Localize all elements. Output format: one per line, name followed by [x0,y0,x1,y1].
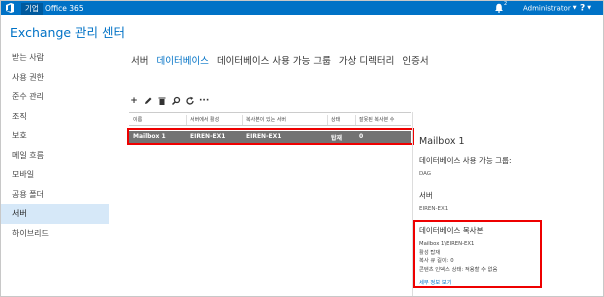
tab[interactable]: 데이터베이스 [156,56,208,67]
server-section: 서버 EIREN-EX1 [419,190,448,212]
dag-section: 데이터베이스 사용 가능 그룹: DAG [419,155,511,177]
copy-label: 데이터베이스 복사본 [419,226,484,235]
chevron-down-icon: ▼ [572,5,577,11]
app-title: Exchange 관리 센터 [10,25,126,40]
add-icon[interactable]: + [129,96,139,106]
tab-company[interactable]: 기업 [21,3,43,15]
user-menu[interactable]: Administrator ▼ [523,3,577,15]
dag-value: DAG [419,171,432,177]
database-copy-section: 데이터베이스 복사본 Mailbox 1\EIREN-EX1 활성 탑재 복사 … [419,225,543,286]
column-divider [355,115,356,125]
column-header-status[interactable]: 상태 [331,116,340,123]
sidebar-item[interactable]: 사용 권한 [1,68,109,88]
top-bar: 기업 Office 365 2 Administrator ▼ ? ▼ [1,1,603,15]
tab-office365[interactable]: Office 365 [45,3,84,15]
sidebar-item[interactable]: 모바일 [1,165,109,185]
help-icon: ? [580,3,586,14]
exchange-admin-window: 기업 Office 365 2 Administrator ▼ ? ▼ Exchan… [0,0,604,297]
more-icon[interactable]: ··· [199,96,209,106]
sidebar-item[interactable]: 보호 [1,126,109,146]
tab[interactable]: 인증서 [402,56,428,67]
sidebar-item[interactable]: 메일 흐름 [1,146,109,166]
column-divider [327,115,328,125]
column-header-bad-copies[interactable]: 잘못된 복사본 수 [359,116,394,123]
highlight-box-row [127,128,414,145]
edit-icon[interactable] [143,96,153,106]
server-value: EIREN-EX1 [419,206,449,212]
search-icon[interactable] [171,96,181,106]
toolbar: + ··· [129,95,209,107]
tab[interactable]: 가상 디렉터리 [339,56,394,67]
copy-line: 복사 큐 길이: 0 [419,258,454,264]
refresh-icon[interactable] [185,96,195,106]
tab-bar: 서버 데이터베이스 데이터베이스 사용 가능 그룹 가상 디렉터리 인증서 [131,53,437,67]
notification-count: 2 [504,1,508,7]
detail-pane: Mailbox 1 데이터베이스 사용 가능 그룹: DAG 서버 EIREN-… [419,136,599,212]
dag-label: 데이터베이스 사용 가능 그룹: [419,156,512,165]
sidebar-item[interactable]: 조직 [1,107,109,127]
tab[interactable]: 서버 [131,56,148,67]
column-header-active-server[interactable]: 서버에서 활성 [190,116,219,123]
sidebar-item[interactable]: 준수 관리 [1,87,109,107]
view-details-link[interactable]: 세부 정보 보기 [419,278,543,286]
sidebar-item[interactable]: 하이브리드 [1,224,109,244]
help-menu[interactable]: ? ▼ [580,2,591,15]
detail-title: Mailbox 1 [419,136,465,147]
left-nav: 받는 사람 사용 권한 준수 관리 조직 보호 메일 흐름 모바일 공용 폴더 서버 하이브리드 [1,48,109,243]
copy-line: 콘텐츠 인덱스 상태: 적용할 수 없음 [419,266,498,273]
sidebar-item[interactable]: 서버 [1,204,109,224]
column-divider [186,115,187,125]
server-label: 서버 [419,191,433,200]
chevron-down-icon: ▼ [587,5,592,11]
copy-details: Mailbox 1\EIREN-EX1 활성 탑재 복사 큐 길이: 0 콘텐츠… [419,240,543,274]
tab[interactable]: 데이터베이스 사용 가능 그룹 [217,56,331,67]
user-name: Administrator [523,4,571,13]
copy-line: 활성 탑재 [419,249,441,256]
column-header-copy-servers[interactable]: 복사본이 있는 서버 [246,116,286,123]
column-header-name[interactable]: 이름 [133,116,142,123]
sidebar-item[interactable]: 공용 폴더 [1,185,109,205]
bell-icon[interactable] [494,3,504,13]
sidebar-item[interactable]: 받는 사람 [1,48,109,68]
table-header: 이름 서버에서 활성 복사본이 있는 서버 상태 잘못된 복사본 수 [129,112,411,126]
office-logo-icon[interactable] [5,3,15,13]
delete-icon[interactable] [157,96,167,106]
copy-line: Mailbox 1\EIREN-EX1 [419,241,475,247]
column-divider [242,115,243,125]
